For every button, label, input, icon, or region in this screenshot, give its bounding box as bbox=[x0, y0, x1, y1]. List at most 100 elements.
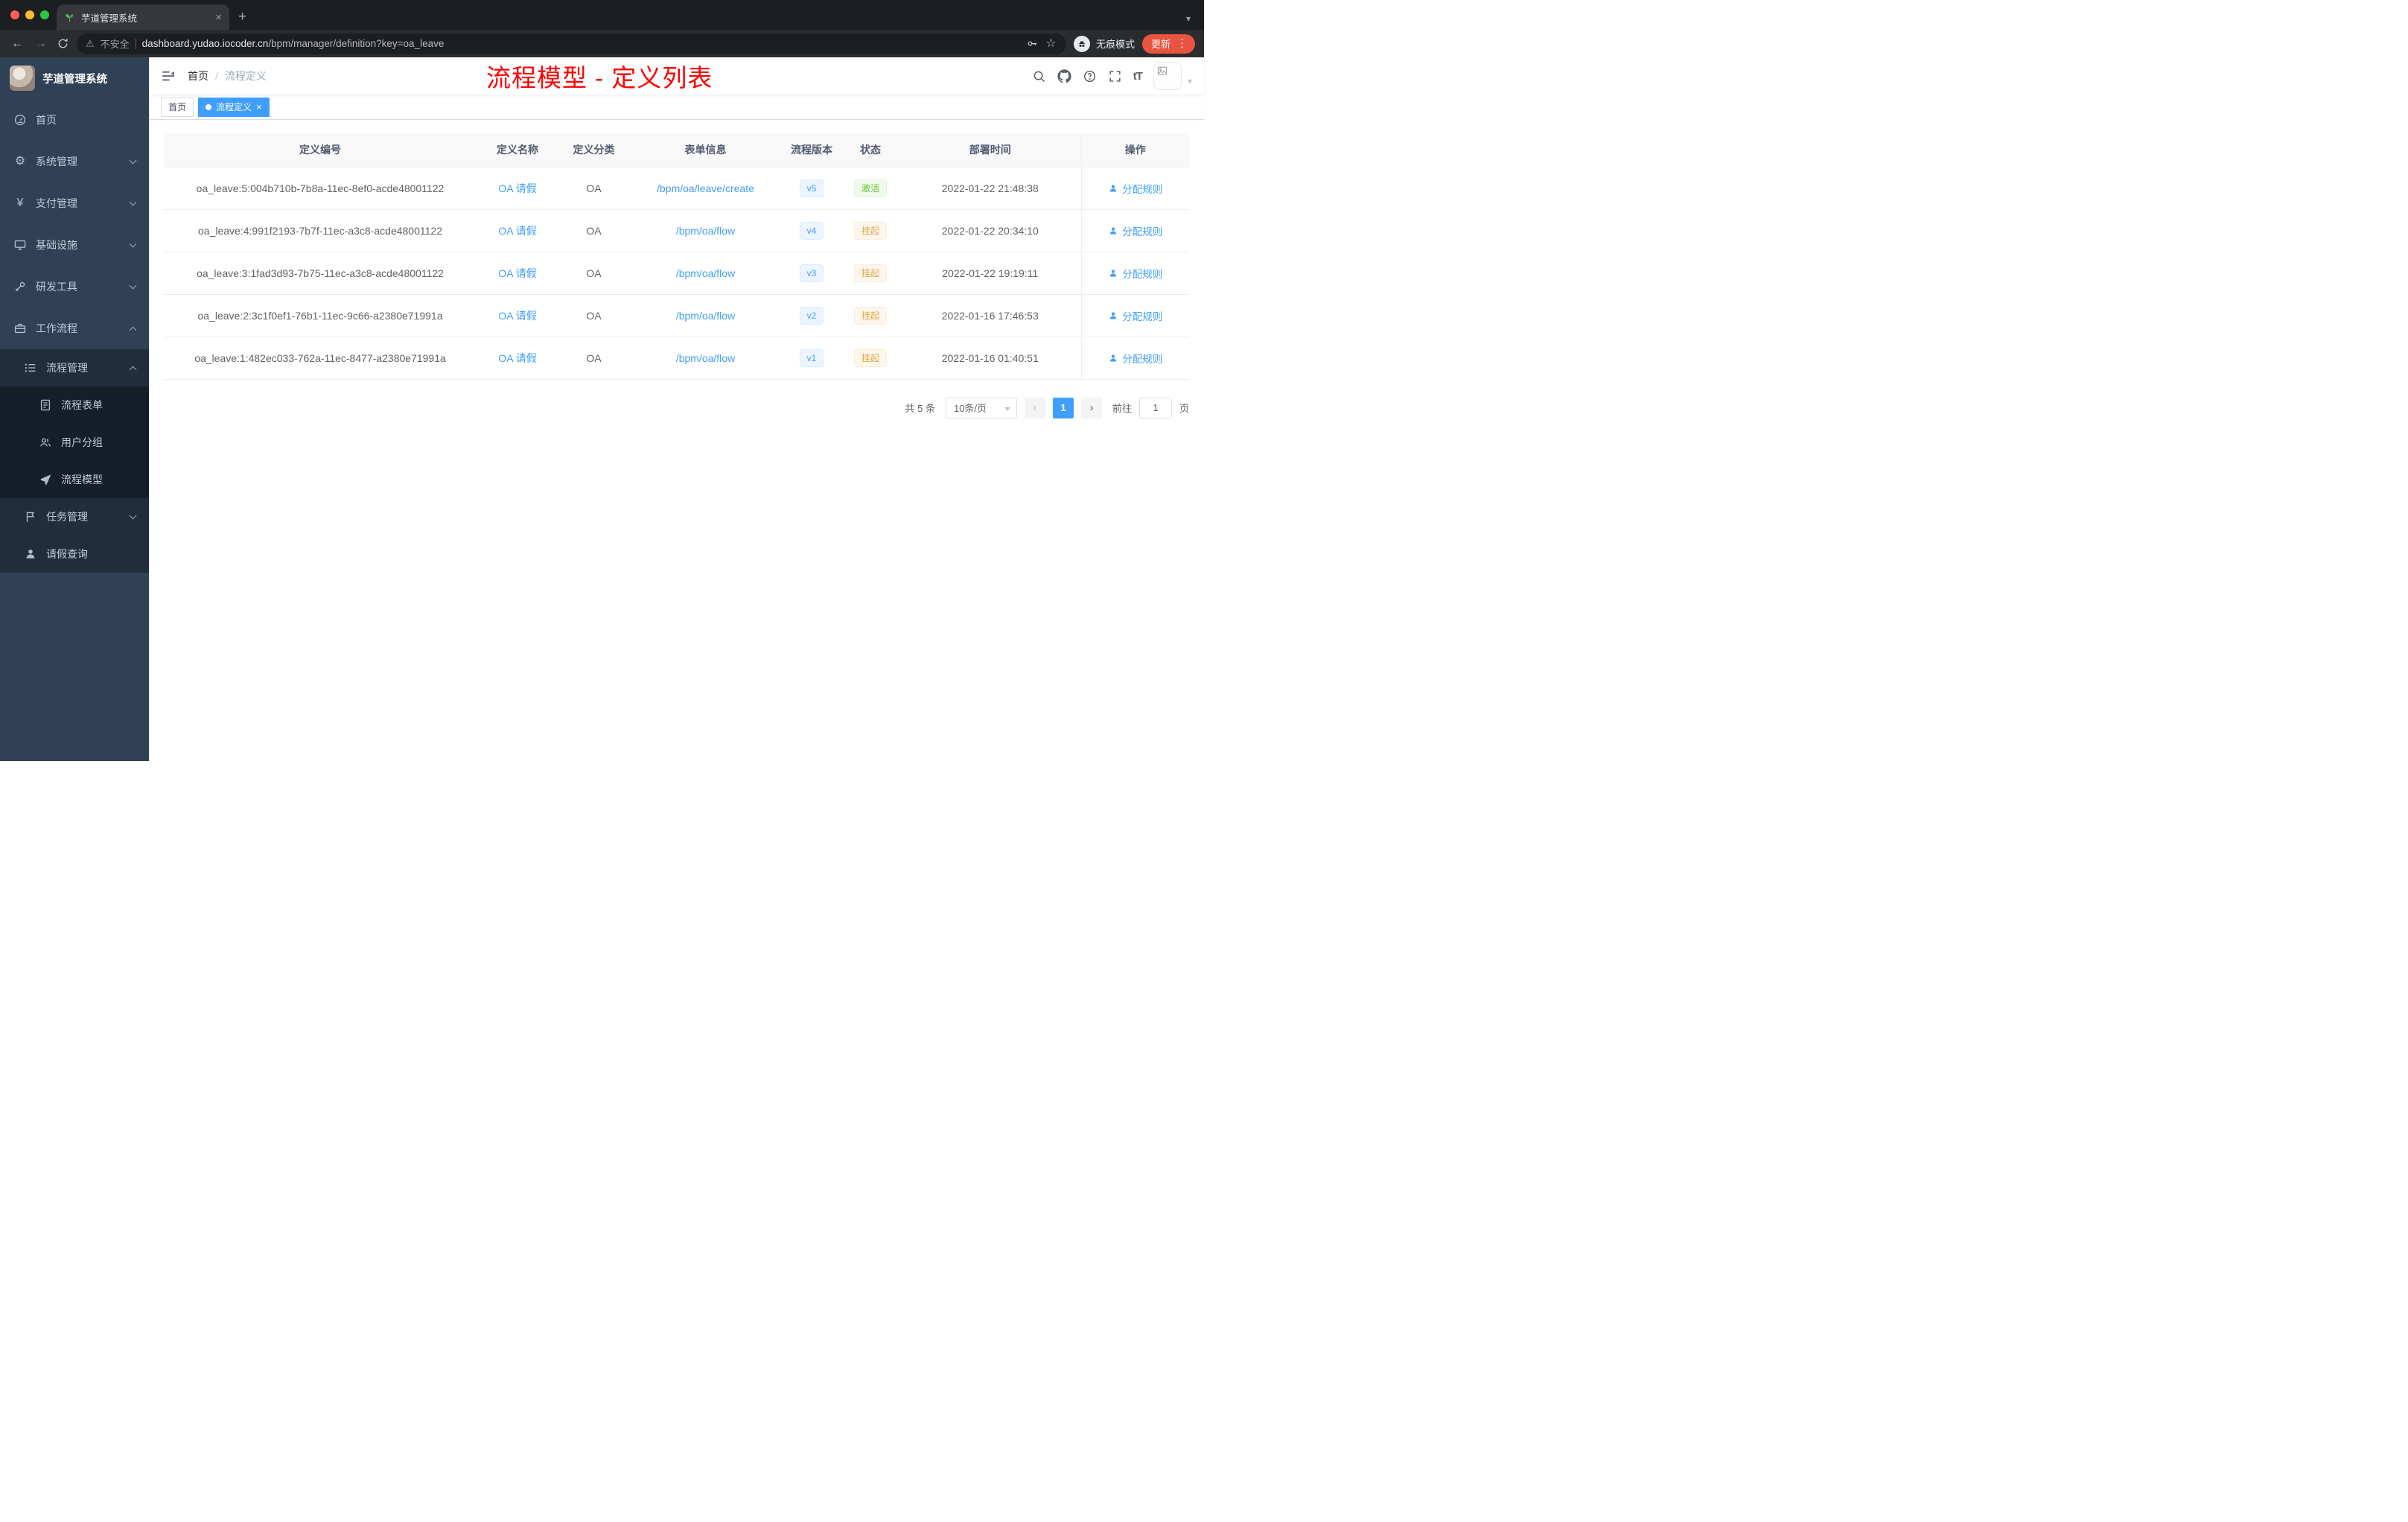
sidebar-item-label: 研发工具 bbox=[36, 281, 77, 293]
prev-page-button[interactable]: ‹ bbox=[1024, 397, 1045, 418]
main-content: 定义编号 定义名称 定义分类 表单信息 流程版本 状态 部署时间 操作 oa_l… bbox=[149, 120, 1204, 761]
hamburger-icon[interactable] bbox=[161, 69, 176, 83]
page-number-button[interactable]: 1 bbox=[1052, 397, 1074, 418]
tag-label: 首页 bbox=[168, 102, 187, 112]
forward-icon[interactable]: → bbox=[33, 36, 49, 51]
user-icon bbox=[24, 547, 37, 561]
browser-tab[interactable]: 芋道管理系统 × bbox=[57, 4, 229, 30]
sidebar-item-payment[interactable]: ¥ 支付管理 bbox=[0, 182, 149, 224]
page-size-select[interactable]: 10条/页 bbox=[945, 397, 1017, 418]
definition-name-link[interactable]: OA 请假 bbox=[498, 352, 536, 364]
breadcrumb-current: 流程定义 bbox=[224, 70, 267, 82]
new-tab-button[interactable]: + bbox=[238, 10, 246, 24]
version-badge: v1 bbox=[799, 348, 824, 367]
security-label[interactable]: 不安全 bbox=[101, 36, 130, 51]
caret-down-icon[interactable]: ▾ bbox=[1188, 77, 1192, 90]
definition-name-link[interactable]: OA 请假 bbox=[498, 225, 536, 237]
definition-category: OA bbox=[558, 294, 629, 337]
form-link[interactable]: /bpm/oa/leave/create bbox=[657, 182, 754, 194]
zoom-window-button[interactable] bbox=[40, 10, 49, 19]
user-icon bbox=[1108, 226, 1118, 236]
close-window-button[interactable] bbox=[10, 10, 19, 19]
incognito-icon bbox=[1073, 35, 1090, 52]
address-bar[interactable]: ⚠ 不安全 dashboard.yudao.iocoder.cn/bpm/man… bbox=[77, 33, 1066, 54]
navbar: 首页 / 流程定义 流程模型 - 定义列表 tT ▾ bbox=[149, 57, 1204, 95]
definition-name-link[interactable]: OA 请假 bbox=[498, 310, 536, 322]
chevron-down-icon bbox=[129, 240, 137, 247]
status-badge: 挂起 bbox=[853, 264, 887, 282]
definition-name-link[interactable]: OA 请假 bbox=[498, 182, 536, 194]
definition-name-link[interactable]: OA 请假 bbox=[498, 267, 536, 279]
sidebar-item-home[interactable]: 首页 bbox=[0, 99, 149, 141]
column-header-definition-name: 定义名称 bbox=[477, 133, 558, 168]
chevron-up-icon bbox=[129, 366, 137, 373]
goto-page-input[interactable] bbox=[1138, 397, 1172, 418]
kebab-menu-icon[interactable]: ⋮ bbox=[1176, 38, 1188, 49]
sidebar-item-devtools[interactable]: 研发工具 bbox=[0, 266, 149, 308]
assign-rule-label: 分配规则 bbox=[1122, 226, 1163, 238]
browser-toolbar: ← → ⚠ 不安全 dashboard.yudao.iocoder.cn/bpm… bbox=[0, 30, 1204, 57]
back-icon[interactable]: ← bbox=[9, 36, 25, 51]
sidebar-item-process-management[interactable]: 流程管理 bbox=[0, 349, 149, 386]
sidebar-menu: 首页 ⚙ 系统管理 ¥ 支付管理 基础设施研发工具工作流程流程管理流程表单 用户分组 流程模型… bbox=[0, 99, 149, 573]
sidebar-item-process-model[interactable]: 流程模型 bbox=[0, 461, 149, 498]
sidebar-item-workflow[interactable]: 工作流程 bbox=[0, 308, 149, 349]
fullscreen-icon[interactable] bbox=[1108, 69, 1122, 83]
form-icon bbox=[39, 398, 52, 412]
tag-home[interactable]: 首页 bbox=[161, 97, 194, 117]
assign-rule-link[interactable]: 分配规则 bbox=[1108, 181, 1162, 196]
form-link[interactable]: /bpm/oa/flow bbox=[676, 267, 735, 279]
key-icon[interactable] bbox=[1026, 37, 1039, 50]
tag-label: 流程定义 bbox=[216, 102, 252, 112]
form-link[interactable]: /bpm/oa/flow bbox=[676, 352, 735, 364]
tag-close-icon[interactable]: × bbox=[256, 102, 262, 112]
definition-id: oa_leave:3:1fad3d93-7b75-11ec-a3c8-acde4… bbox=[164, 252, 477, 295]
definitions-table: 定义编号 定义名称 定义分类 表单信息 流程版本 状态 部署时间 操作 oa_l… bbox=[164, 133, 1189, 380]
breadcrumb-home[interactable]: 首页 bbox=[188, 69, 208, 83]
sidebar-item-user-group[interactable]: 用户分组 bbox=[0, 424, 149, 461]
tab-search-icon[interactable]: ▾ bbox=[1186, 14, 1191, 23]
search-icon[interactable] bbox=[1032, 69, 1046, 83]
user-avatar[interactable] bbox=[1153, 62, 1182, 90]
next-page-button[interactable]: › bbox=[1080, 397, 1102, 418]
sidebar-item-label: 流程管理 bbox=[46, 362, 88, 374]
reload-icon[interactable] bbox=[57, 37, 69, 50]
tab-close-icon[interactable]: × bbox=[215, 12, 222, 23]
status-badge: 激活 bbox=[853, 179, 887, 197]
app-logo[interactable]: 芋道管理系统 bbox=[0, 57, 149, 99]
page-unit-label: 页 bbox=[1179, 403, 1189, 414]
assign-rule-label: 分配规则 bbox=[1122, 183, 1163, 195]
github-icon[interactable] bbox=[1057, 69, 1071, 83]
navbar-actions: tT ▾ bbox=[1032, 62, 1192, 90]
sidebar-item-task-management[interactable]: 任务管理 bbox=[0, 498, 149, 535]
assign-rule-link[interactable]: 分配规则 bbox=[1108, 223, 1162, 238]
sidebar-item-process-form[interactable]: 流程表单 bbox=[0, 386, 149, 424]
version-badge: v3 bbox=[799, 264, 824, 282]
star-icon[interactable]: ☆ bbox=[1045, 37, 1057, 50]
chevron-down-icon bbox=[129, 512, 137, 519]
form-link[interactable]: /bpm/oa/flow bbox=[676, 225, 735, 237]
table-row: oa_leave:2:3c1f0ef1-76b1-11ec-9c66-a2380… bbox=[164, 294, 1189, 337]
incognito-label: 无痕模式 bbox=[1095, 39, 1135, 50]
tag-current[interactable]: 流程定义 × bbox=[198, 97, 270, 117]
assign-rule-link[interactable]: 分配规则 bbox=[1108, 308, 1162, 323]
sidebar-item-leave-query[interactable]: 请假查询 bbox=[0, 535, 149, 573]
form-link[interactable]: /bpm/oa/flow bbox=[676, 310, 735, 322]
minimize-window-button[interactable] bbox=[25, 10, 34, 19]
url-text[interactable]: dashboard.yudao.iocoder.cn/bpm/manager/d… bbox=[142, 38, 445, 49]
assign-rule-link[interactable]: 分配规则 bbox=[1108, 266, 1162, 281]
definition-category: OA bbox=[558, 337, 629, 380]
user-icon bbox=[1108, 353, 1118, 363]
help-icon[interactable] bbox=[1083, 69, 1097, 83]
chevron-up-icon bbox=[129, 326, 137, 334]
update-button[interactable]: 更新 ⋮ bbox=[1141, 34, 1195, 54]
assign-rule-label: 分配规则 bbox=[1122, 268, 1163, 280]
font-size-icon[interactable]: tT bbox=[1133, 69, 1143, 83]
sidebar-item-system[interactable]: ⚙ 系统管理 bbox=[0, 141, 149, 182]
logo-avatar bbox=[10, 66, 35, 91]
table-row: oa_leave:4:991f2193-7b7f-11ec-a3c8-acde4… bbox=[164, 209, 1189, 252]
assign-rule-link[interactable]: 分配规则 bbox=[1108, 351, 1162, 366]
deploy-time: 2022-01-16 01:40:51 bbox=[899, 337, 1081, 380]
sidebar-item-infrastructure[interactable]: 基础设施 bbox=[0, 224, 149, 266]
sidebar-item-label: 系统管理 bbox=[36, 156, 77, 168]
